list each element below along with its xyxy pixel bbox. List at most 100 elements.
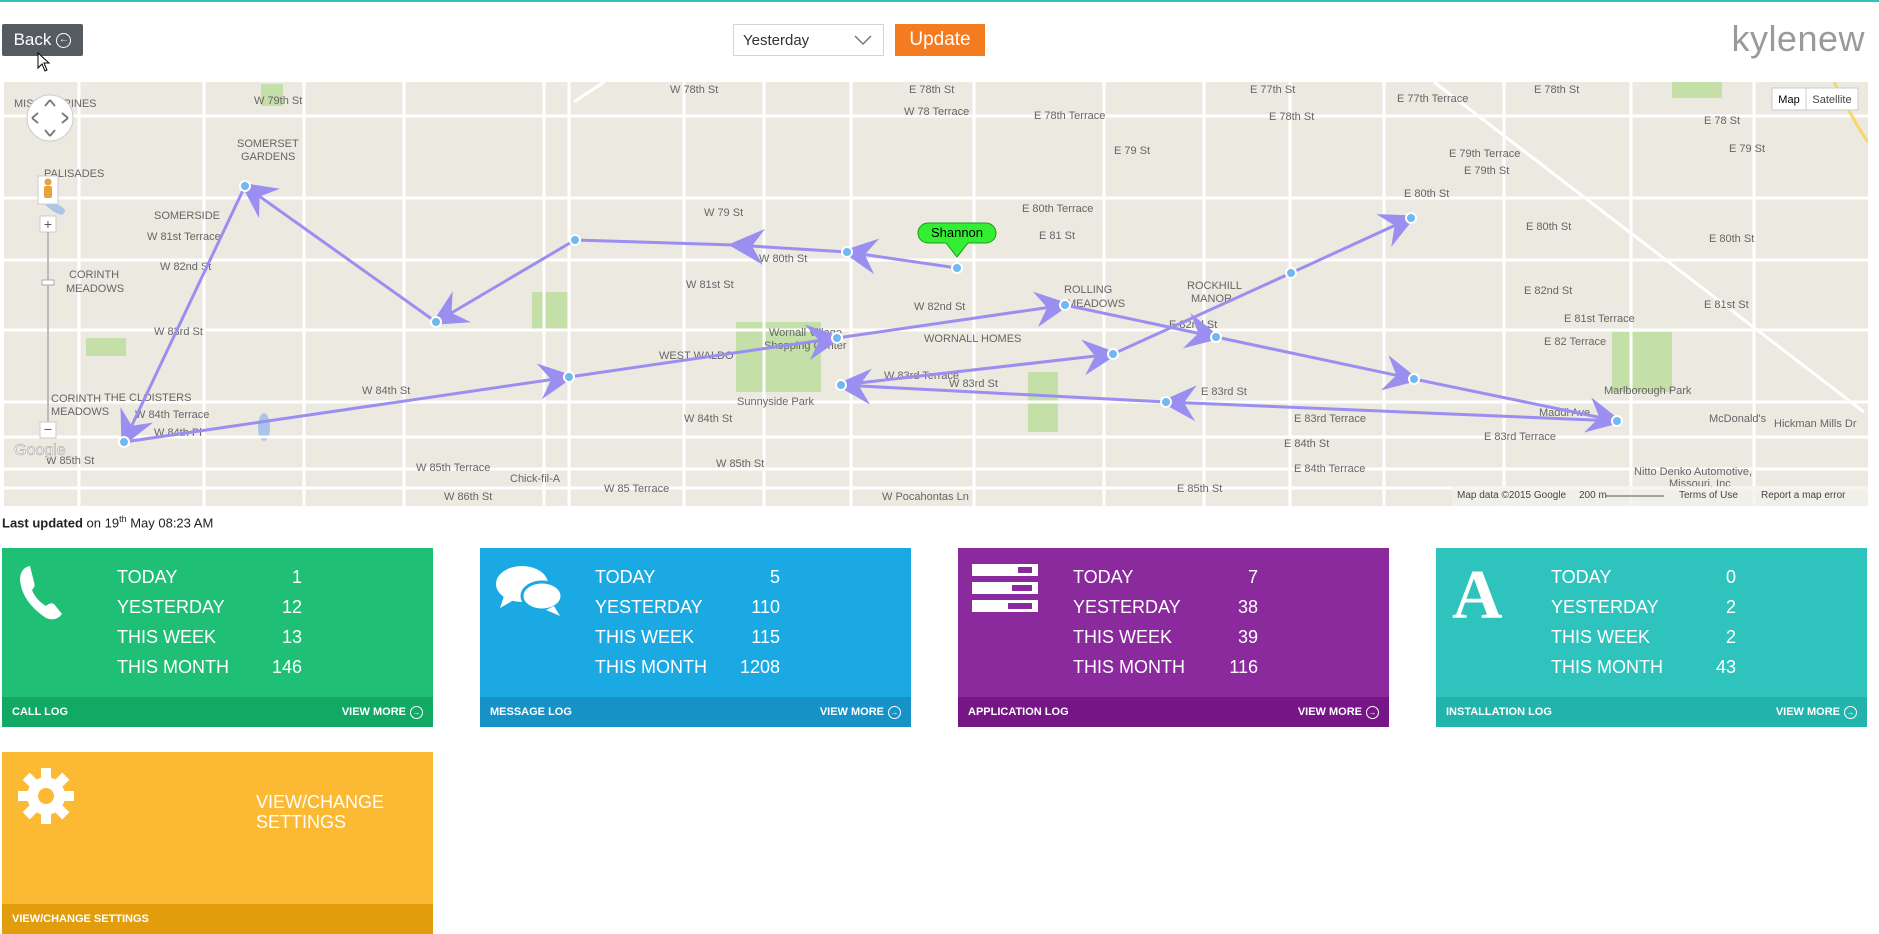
map-place-label: CORINTH — [69, 269, 119, 281]
last-updated-suffix: th — [119, 514, 127, 524]
message-log-tile[interactable]: TODAY 5 YESTERDAY 110 THIS WEEK 115 THIS MO… — [480, 548, 911, 727]
map-place-label: W 85th St — [716, 458, 764, 470]
map-type-map[interactable]: Map — [1778, 94, 1799, 106]
map-type-satellite[interactable]: Satellite — [1812, 94, 1851, 106]
location-map[interactable]: MISSION PINESW 79th StSOMERSETGARDENSSOM… — [4, 82, 1868, 506]
back-arrow-icon: ← — [56, 32, 72, 48]
terms-link[interactable]: Terms of Use — [1679, 490, 1738, 501]
map-place-label: W 79 St — [704, 207, 743, 219]
call-log-tile[interactable]: TODAY 1 YESTERDAY 12 THIS WEEK 13 THIS MONT… — [2, 548, 433, 727]
letter-a-icon: A — [1452, 562, 1503, 626]
map-place-label: Nitto Denko Automotive, — [1634, 466, 1752, 478]
pan-control[interactable] — [26, 94, 74, 142]
map-place-label: W 78 Terrace — [904, 106, 969, 118]
settings-label[interactable]: VIEW/CHANGE SETTINGS — [256, 792, 416, 832]
installation-log-footer[interactable]: INSTALLATION LOG VIEW MORE → — [1436, 697, 1867, 727]
map-place-label: W 81st St — [686, 279, 734, 291]
date-range-select[interactable]: Yesterday — [733, 24, 884, 56]
map-place-label: E 78 St — [1704, 115, 1740, 127]
stat-row: THIS MONTH 146 — [117, 652, 302, 682]
stat-label: THIS WEEK — [1551, 626, 1651, 647]
stat-label: THIS MONTH — [595, 656, 707, 677]
stat-row: YESTERDAY 2 — [1551, 592, 1736, 622]
map-place-label: Chick-fil-A — [510, 473, 561, 485]
map-place-label: W Pocahontas Ln — [882, 491, 969, 503]
stat-label: TODAY — [117, 566, 178, 587]
report-map-error-link[interactable]: Report a map error — [1761, 490, 1846, 501]
view-more-label: VIEW MORE — [1297, 706, 1362, 718]
stat-label: THIS WEEK — [117, 626, 217, 647]
stat-value: 1 — [291, 566, 302, 587]
stat-label: THIS MONTH — [117, 656, 229, 677]
stat-value: 0 — [1725, 566, 1736, 587]
map-place-label: McDonald's — [1709, 413, 1767, 425]
application-log-footer[interactable]: APPLICATION LOG VIEW MORE → — [958, 697, 1389, 727]
message-log-view-more[interactable]: VIEW MORE → — [820, 705, 901, 719]
message-log-title: MESSAGE LOG — [490, 706, 572, 718]
arrow-circle-icon: → — [1366, 705, 1379, 719]
mouse-cursor-icon — [37, 52, 51, 72]
update-button[interactable]: Update — [895, 24, 985, 56]
map-place-label: Sunnyside Park — [737, 396, 815, 408]
application-log-view-more[interactable]: VIEW MORE → — [1297, 705, 1379, 719]
stat-row: TODAY 7 — [1073, 562, 1258, 592]
map-place-label: E 84th St — [1284, 438, 1329, 450]
street-view-pegman-icon[interactable] — [37, 175, 59, 205]
stat-row: YESTERDAY 12 — [117, 592, 302, 622]
message-log-footer[interactable]: MESSAGE LOG VIEW MORE → — [480, 697, 911, 727]
map-place-label: W 84th Terrace — [135, 409, 209, 421]
application-log-tile[interactable]: TODAY 7 YESTERDAY 38 THIS WEEK 39 THIS MONT… — [958, 548, 1389, 727]
map-type-control[interactable]: Map Satellite — [1771, 87, 1859, 111]
call-log-stats: TODAY 1 YESTERDAY 12 THIS WEEK 13 THIS MONT… — [117, 562, 302, 682]
map-place-label: W 85 Terrace — [604, 483, 669, 495]
settings-footer[interactable]: VIEW/CHANGE SETTINGS — [2, 904, 433, 934]
stat-label: THIS WEEK — [595, 626, 695, 647]
map-place-labels: MISSION PINESW 79th StSOMERSETGARDENSSOM… — [14, 84, 1857, 503]
map-place-label: MEADOWS — [66, 283, 124, 295]
last-updated: Last updated on 19th May 08:23 AM — [2, 514, 213, 530]
view-more-label: VIEW MORE — [1775, 706, 1840, 718]
stat-label: THIS MONTH — [1551, 656, 1663, 677]
route-stops — [118, 180, 1623, 448]
view-more-label: VIEW MORE — [341, 706, 406, 718]
person-marker[interactable]: Shannon — [917, 222, 997, 258]
stat-value: 43 — [1715, 656, 1736, 677]
map-place-label: E 79 St — [1729, 143, 1765, 155]
call-log-footer[interactable]: CALL LOG VIEW MORE → — [2, 697, 433, 727]
settings-label-line2: SETTINGS — [256, 812, 347, 832]
map-place-label: E 83rd St — [1201, 386, 1247, 398]
stat-row: THIS MONTH 116 — [1073, 652, 1258, 682]
message-log-stats: TODAY 5 YESTERDAY 110 THIS WEEK 115 THIS MO… — [595, 562, 780, 682]
installation-log-view-more[interactable]: VIEW MORE → — [1775, 705, 1857, 719]
stat-row: THIS WEEK 115 — [595, 622, 780, 652]
installation-log-tile[interactable]: A TODAY 0 YESTERDAY 2 THIS WEEK 2 THIS MONT… — [1436, 548, 1867, 727]
stat-value: 110 — [751, 596, 780, 617]
google-logo: Google — [14, 442, 66, 459]
map-place-label: E 78th St — [1534, 84, 1579, 96]
settings-tile[interactable]: VIEW/CHANGE SETTINGS VIEW/CHANGE SETTING… — [2, 752, 433, 934]
call-log-view-more[interactable]: VIEW MORE → — [341, 705, 423, 719]
settings-label-line1: VIEW/CHANGE — [256, 792, 385, 812]
map-place-label: E 80th St — [1526, 221, 1571, 233]
call-log-title: CALL LOG — [12, 706, 69, 718]
map-place-label: E 81st St — [1704, 299, 1749, 311]
stat-value: 12 — [281, 596, 302, 617]
zoom-out-button[interactable]: − — [39, 421, 57, 439]
map-place-label: W 84th St — [362, 385, 410, 397]
stat-label: YESTERDAY — [1073, 596, 1181, 617]
installation-log-stats: TODAY 0 YESTERDAY 2 THIS WEEK 2 THIS MONTH 4… — [1551, 562, 1736, 682]
map-place-label: W 85th Terrace — [416, 462, 490, 474]
map-place-label: W 84th St — [684, 413, 732, 425]
chat-bubbles-icon — [496, 566, 564, 616]
last-updated-time: May 08:23 AM — [126, 515, 214, 531]
map-place-label: E 80th Terrace — [1022, 203, 1093, 215]
map-canvas[interactable]: MISSION PINESW 79th StSOMERSETGARDENSSOM… — [4, 82, 1868, 506]
zoom-in-button[interactable]: + — [39, 215, 57, 233]
map-place-label: E 82 Terrace — [1544, 336, 1606, 348]
zoom-slider-handle[interactable] — [41, 279, 55, 286]
map-place-label: Marlborough Park — [1604, 385, 1692, 397]
application-log-stats: TODAY 7 YESTERDAY 38 THIS WEEK 39 THIS MONT… — [1073, 562, 1258, 682]
stat-row: THIS MONTH 1208 — [595, 652, 780, 682]
map-place-label: W 83rd St — [949, 378, 998, 390]
stat-value: 115 — [751, 626, 780, 647]
